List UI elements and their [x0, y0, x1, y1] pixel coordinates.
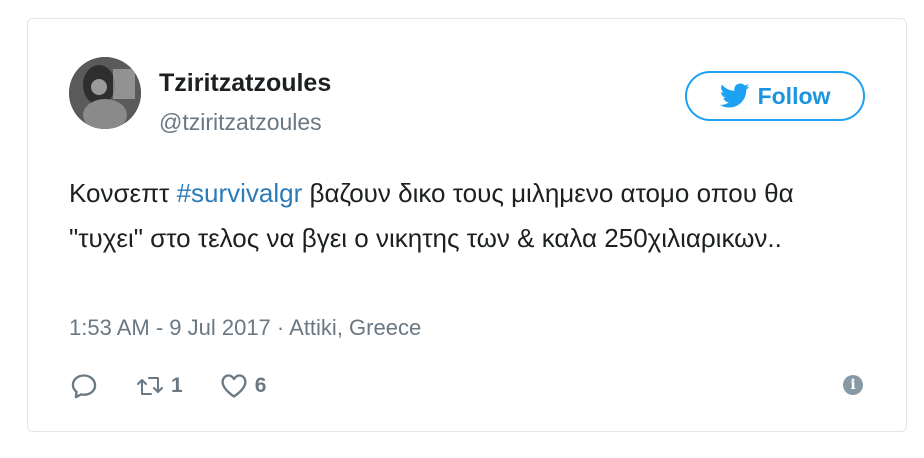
tweet-text-start: Κονσεπτ	[69, 178, 177, 208]
avatar-image	[69, 57, 141, 129]
info-icon[interactable]: i	[843, 375, 863, 395]
hashtag-link[interactable]: #survivalgr	[177, 178, 303, 208]
user-handle[interactable]: @tziritzatzoules	[159, 109, 322, 136]
tweet-card: Tziritzatzoules @tziritzatzoules Follow …	[27, 18, 907, 432]
action-bar: 1 6	[69, 371, 302, 401]
like-button[interactable]: 6	[219, 372, 267, 400]
twitter-bird-icon	[719, 83, 750, 108]
retweet-icon	[137, 377, 163, 395]
retweet-button[interactable]: 1	[135, 372, 183, 400]
like-count: 6	[254, 374, 267, 397]
reply-icon	[71, 374, 97, 399]
avatar[interactable]	[69, 57, 141, 129]
retweet-count: 1	[171, 374, 183, 397]
tweet-meta: 1:53 AM - 9 Jul 2017 · Attiki, Greece	[69, 315, 421, 341]
tweet-text: Κονσεπτ #survivalgr βαζουν δικο τους μιλ…	[69, 171, 869, 261]
display-name[interactable]: Tziritzatzoules	[159, 69, 331, 98]
meta-separator: ·	[270, 315, 290, 340]
heart-icon	[221, 374, 247, 398]
timestamp-link[interactable]: 1:53 AM - 9 Jul 2017	[69, 315, 271, 340]
follow-label: Follow	[757, 82, 831, 109]
follow-button[interactable]: Follow	[685, 71, 865, 121]
location-link[interactable]: Attiki, Greece	[289, 315, 421, 340]
reply-button[interactable]	[69, 372, 99, 400]
